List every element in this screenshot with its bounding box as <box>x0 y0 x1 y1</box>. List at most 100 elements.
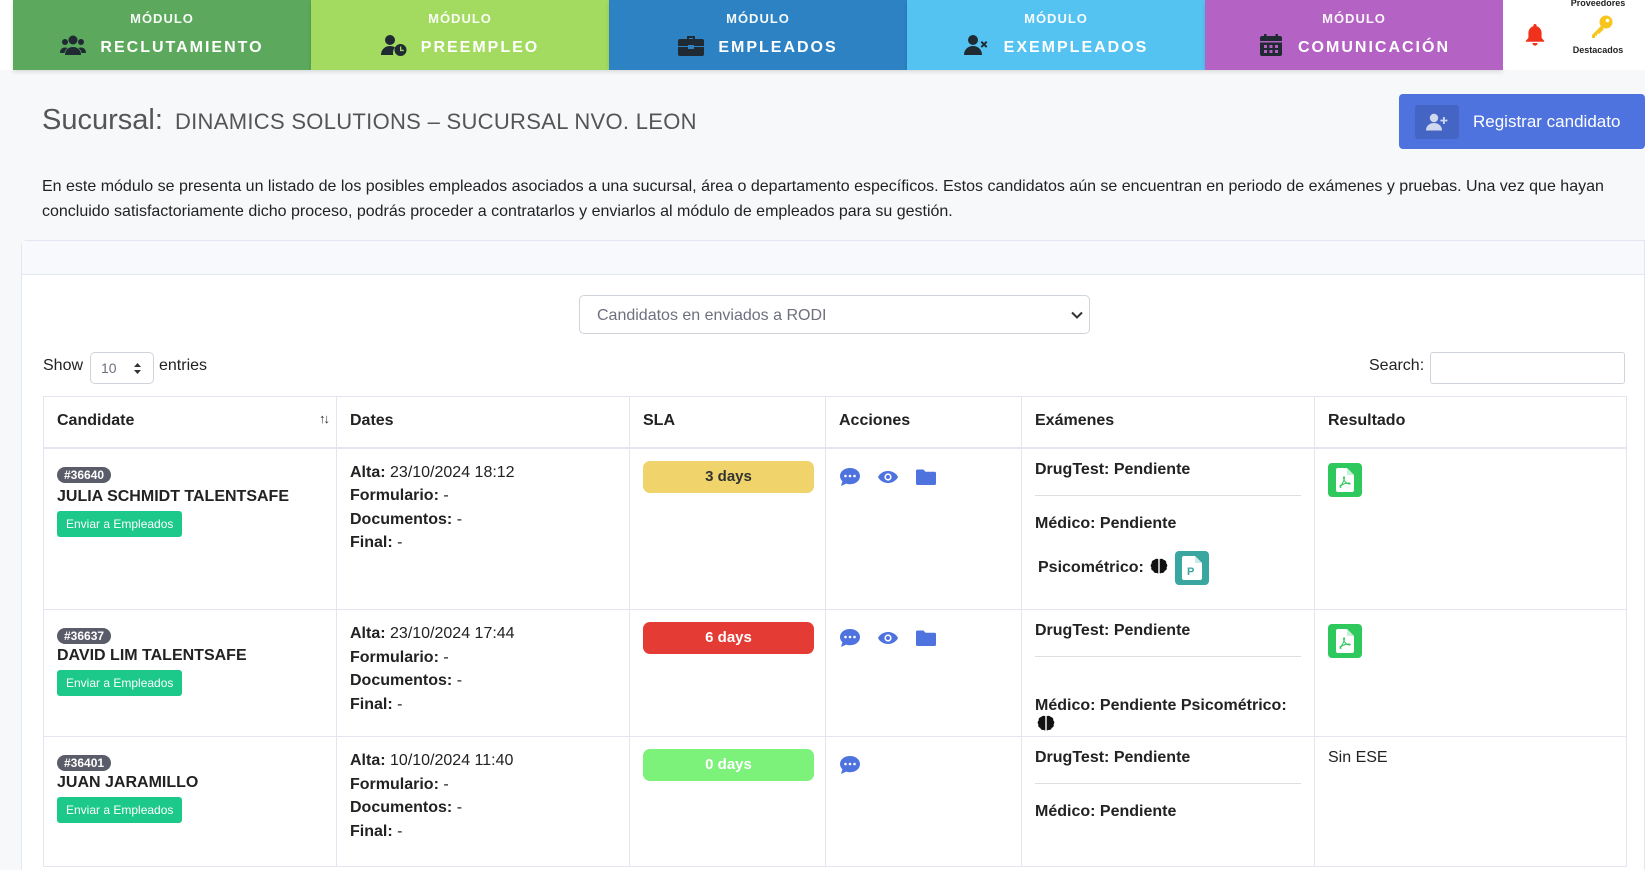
nav-left-gap <box>0 0 13 70</box>
exam-status: Pendiente <box>1113 460 1191 478</box>
date-label: Alta: <box>350 752 386 769</box>
candidates-table: Candidate ↑↓ Dates SLA Acciones Exámenes … <box>43 396 1627 867</box>
column-label: Dates <box>350 412 394 429</box>
date-label: Documentos: <box>350 672 453 689</box>
result-cell: Sin ESE <box>1314 736 1627 867</box>
candidate-cell: #36637 DAVID LIM TALENTSAFE Enviar a Emp… <box>43 609 337 737</box>
comment-icon[interactable] <box>839 755 861 777</box>
date-final: Final: - <box>350 820 616 844</box>
candidate-cell: #36401 JUAN JARAMILLO Enviar a Empleados <box>43 736 337 867</box>
dates-cell: Alta: 23/10/2024 18:12 Formulario: - Doc… <box>336 447 630 610</box>
exam-drugtest: DrugTest: Pendiente <box>1035 461 1301 479</box>
exam-divider <box>1035 656 1301 657</box>
entries-length-select[interactable]: 10 <box>90 352 154 384</box>
users-icon <box>60 34 87 61</box>
module-reclutamiento[interactable]: MÓDULO RECLUTAMIENTO <box>13 0 311 70</box>
user-times-icon <box>963 34 990 61</box>
register-candidate-label: Registrar candidato <box>1473 112 1621 131</box>
candidate-name: DAVID LIM TALENTSAFE <box>57 647 247 664</box>
nav-tools: Proveedores Destacados <box>1503 0 1645 70</box>
module-label: PREEMPLEO <box>420 38 540 56</box>
svg-text:P: P <box>1187 566 1194 578</box>
column-header-dates[interactable]: Dates <box>336 396 630 449</box>
date-label: Final: <box>350 822 393 840</box>
module-empleados[interactable]: MÓDULO EMPLEADOS <box>609 0 907 70</box>
dates-cell: Alta: 10/10/2024 11:40 Formulario: - Doc… <box>336 736 630 867</box>
top-navigation: MÓDULO RECLUTAMIENTO MÓDULO PREEMPLEO MÓ… <box>0 0 1645 70</box>
eye-icon[interactable] <box>877 628 899 650</box>
folder-icon[interactable] <box>915 628 937 650</box>
table-row: #36401 JUAN JARAMILLO Enviar a Empleados… <box>43 736 1627 867</box>
date-formulario: Formulario: - <box>350 484 616 508</box>
date-formulario: Formulario: - <box>350 773 616 797</box>
comment-icon[interactable] <box>839 467 861 489</box>
exam-label: Médico: <box>1035 803 1096 820</box>
sla-badge: 6 days <box>643 622 814 654</box>
module-label: EMPLEADOS <box>718 38 838 56</box>
module-kicker: MÓDULO <box>1024 11 1088 26</box>
search-label: Search: <box>1369 357 1425 374</box>
send-to-employees-button[interactable]: Enviar a Empleados <box>57 670 183 696</box>
briefcase-icon <box>678 34 705 61</box>
date-value: - <box>443 487 449 504</box>
candidate-id-badge: #36640 <box>57 466 112 483</box>
column-header-examenes[interactable]: Exámenes <box>1021 396 1315 449</box>
eye-icon[interactable] <box>877 467 899 489</box>
pdf-icon[interactable] <box>1328 462 1362 497</box>
exam-label: DrugTest: <box>1035 622 1110 639</box>
column-header-resultado[interactable]: Resultado <box>1314 396 1627 449</box>
exam-medico: Médico: Pendiente <box>1035 803 1301 821</box>
column-header-candidate[interactable]: Candidate ↑↓ <box>43 396 337 449</box>
column-label: Exámenes <box>1035 412 1115 429</box>
branch-label: Sucursal: <box>42 104 163 136</box>
date-alta: Alta: 23/10/2024 18:12 <box>350 461 616 485</box>
column-header-sla[interactable]: SLA <box>629 396 826 449</box>
sla-badge: 3 days <box>643 460 814 493</box>
entries-label: entries <box>159 357 208 374</box>
featured-label[interactable]: Destacados <box>1558 45 1638 55</box>
exam-label: Médico: <box>1035 697 1096 714</box>
page-title: Sucursal: DINAMICS SOLUTIONS – SUCURSAL … <box>42 104 697 137</box>
column-label: Candidate <box>57 412 135 429</box>
sla-cell: 0 days <box>629 736 826 867</box>
candidate-filter-select[interactable]: Candidatos en enviados a RODI <box>579 295 1090 334</box>
column-header-acciones[interactable]: Acciones <box>825 396 1022 449</box>
search-input[interactable] <box>1430 352 1625 384</box>
register-candidate-button[interactable]: Registrar candidato <box>1399 94 1645 149</box>
date-label: Alta: <box>350 625 386 642</box>
key-icon[interactable] <box>1589 14 1615 40</box>
exam-divider <box>1035 783 1301 784</box>
module-label: EXEMPLEADOS <box>1003 38 1149 56</box>
bell-icon[interactable] <box>1524 22 1546 46</box>
module-kicker: MÓDULO <box>726 11 790 26</box>
module-comunicacion[interactable]: MÓDULO COMUNICACIÓN <box>1205 0 1503 70</box>
result-cell <box>1314 609 1627 737</box>
psychometric-file-icon[interactable]: P <box>1174 550 1209 585</box>
date-final: Final: - <box>350 531 616 555</box>
brain-icon <box>1150 558 1168 574</box>
chevron-down-icon <box>1071 311 1083 319</box>
date-label: Formulario: <box>350 775 439 793</box>
exam-label: DrugTest: <box>1035 749 1110 766</box>
module-preempleo[interactable]: MÓDULO PREEMPLEO <box>311 0 609 70</box>
exams-cell: DrugTest: Pendiente Médico: Pendiente <box>1021 736 1315 867</box>
sort-icon[interactable]: ↑↓ <box>319 411 330 426</box>
date-alta: Alta: 23/10/2024 17:44 <box>350 622 616 646</box>
exam-status: Pendiente <box>1113 622 1191 639</box>
module-exempleados[interactable]: MÓDULO EXEMPLEADOS <box>907 0 1205 70</box>
dates-cell: Alta: 23/10/2024 17:44 Formulario: - Doc… <box>336 609 630 737</box>
pdf-icon[interactable] <box>1328 624 1362 658</box>
exams-cell: DrugTest: Pendiente Médico: Pendiente Ps… <box>1021 447 1315 610</box>
date-value: - <box>443 775 449 793</box>
send-to-employees-button[interactable]: Enviar a Empleados <box>57 510 183 537</box>
exam-label: Psicométrico: <box>1180 697 1287 714</box>
providers-label[interactable]: Proveedores <box>1558 0 1638 8</box>
exam-psicometrico: Psicométrico: P <box>1035 550 1301 585</box>
exam-status: Pendiente <box>1099 803 1177 820</box>
folder-icon[interactable] <box>915 467 937 489</box>
comment-icon[interactable] <box>839 628 861 650</box>
actions-cell <box>825 736 1022 867</box>
send-to-employees-button[interactable]: Enviar a Empleados <box>57 797 183 823</box>
date-value: 10/10/2024 11:40 <box>390 752 514 769</box>
card-header <box>22 241 1644 275</box>
